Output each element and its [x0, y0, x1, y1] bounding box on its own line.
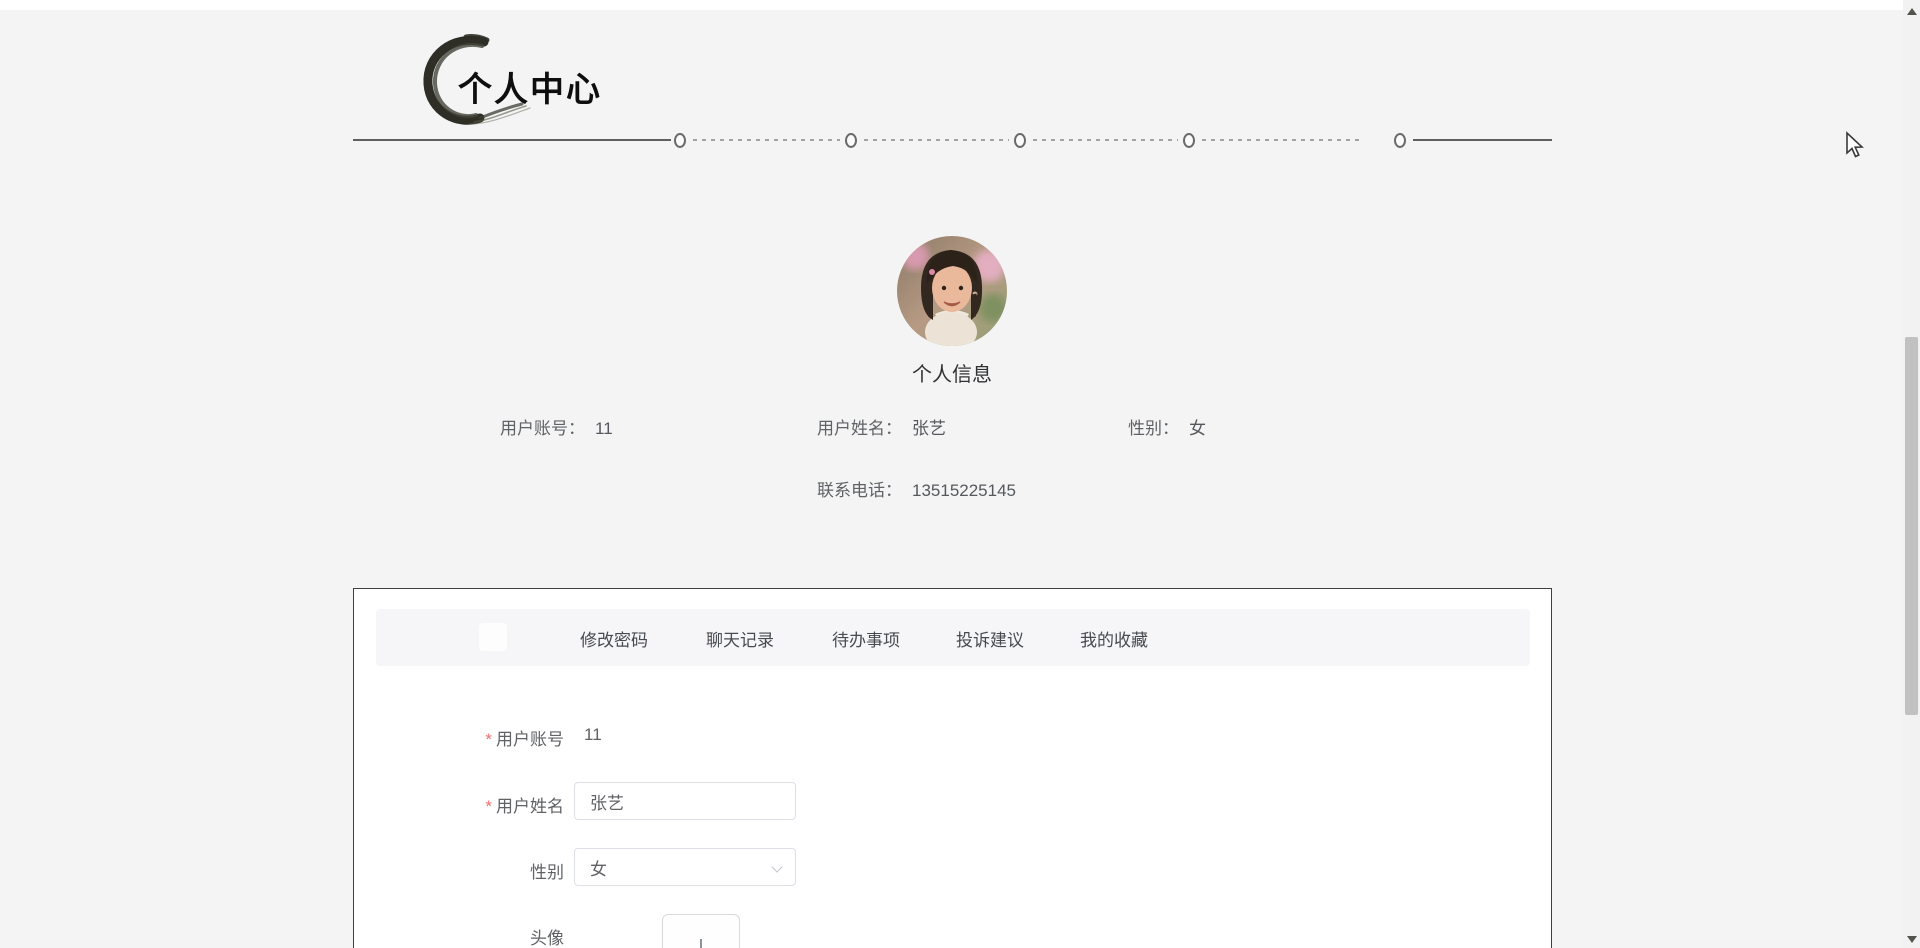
- name-input[interactable]: [574, 782, 796, 820]
- info-name-label: 用户姓名：: [817, 419, 902, 438]
- step-dot-2[interactable]: [845, 133, 857, 148]
- info-phone: 联系电话： 13515225145: [817, 476, 1016, 501]
- page-scrollbar[interactable]: [1903, 0, 1920, 948]
- tab-complaints[interactable]: 投诉建议: [956, 626, 1024, 651]
- step-line-dashed: [693, 139, 840, 141]
- tab-change-password[interactable]: 修改密码: [580, 626, 648, 651]
- info-account: 用户账号： 11: [500, 414, 613, 439]
- info-gender-label: 性别：: [1128, 419, 1179, 438]
- step-line-dashed: [1202, 139, 1359, 141]
- progress-stepper: [353, 132, 1552, 148]
- info-gender: 性别： 女: [1128, 414, 1206, 439]
- step-line-end: [1413, 139, 1552, 141]
- step-line-dashed: [864, 139, 1009, 141]
- gender-select-value: 女: [590, 859, 607, 879]
- form-avatar-label: 头像: [530, 929, 564, 948]
- app-logo: 个人中心: [414, 30, 834, 135]
- step-dot-1[interactable]: [674, 133, 686, 148]
- form-name-label: * 用户姓名: [485, 797, 564, 816]
- form-account-label: * 用户账号: [485, 730, 564, 749]
- info-name: 用户姓名： 张艺: [817, 414, 946, 439]
- step-dot-5[interactable]: [1394, 133, 1406, 148]
- profile-edit-card: 修改密码 聊天记录 待办事项 投诉建议 我的收藏 * 用户账号 11 * 用户姓名 …: [353, 588, 1552, 948]
- form-gender-label: 性别: [530, 863, 564, 882]
- info-account-label: 用户账号：: [500, 419, 585, 438]
- browser-top-strip: [0, 0, 1920, 10]
- gender-select[interactable]: 女: [574, 848, 796, 886]
- scroll-up-icon[interactable]: [1907, 8, 1917, 15]
- info-name-value: 张艺: [912, 419, 946, 438]
- scrollbar-thumb[interactable]: [1905, 337, 1918, 715]
- step-line-active: [353, 139, 671, 141]
- step-dot-3[interactable]: [1014, 133, 1026, 148]
- form-account-value: 11: [584, 725, 602, 744]
- scroll-down-icon[interactable]: [1907, 936, 1917, 943]
- info-phone-value: 13515225145: [912, 481, 1017, 500]
- page-title: 个人中心: [458, 71, 602, 109]
- user-avatar: [897, 236, 1007, 346]
- chevron-down-icon: [773, 863, 783, 873]
- tab-chat-history[interactable]: 聊天记录: [706, 626, 774, 651]
- tab-bar: 修改密码 聊天记录 待办事项 投诉建议 我的收藏: [376, 609, 1530, 666]
- step-dot-4[interactable]: [1183, 133, 1195, 148]
- required-asterisk: *: [485, 797, 492, 816]
- avatar-upload-button[interactable]: [662, 914, 740, 948]
- step-line-dashed: [1033, 139, 1178, 141]
- tab-active-indicator[interactable]: [479, 623, 507, 651]
- info-phone-label: 联系电话：: [817, 481, 902, 500]
- plus-icon: [700, 939, 702, 948]
- required-asterisk: *: [485, 730, 492, 749]
- info-gender-value: 女: [1189, 419, 1206, 438]
- tab-todo-items[interactable]: 待办事项: [832, 626, 900, 651]
- profile-section-title: 个人信息: [912, 364, 992, 386]
- tab-favorites[interactable]: 我的收藏: [1080, 626, 1148, 651]
- info-account-value: 11: [595, 419, 613, 438]
- mouse-cursor-icon: [1846, 131, 1864, 158]
